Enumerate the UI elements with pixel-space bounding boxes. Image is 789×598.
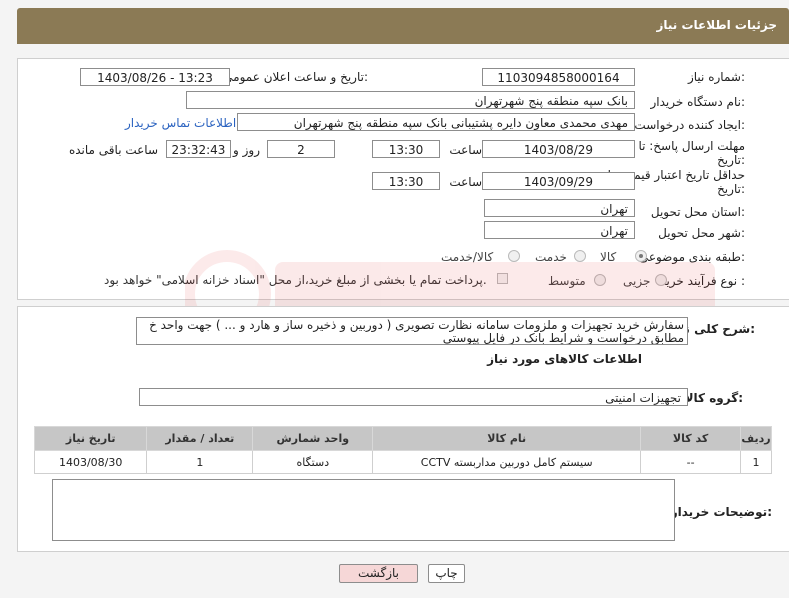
process-radio-minor[interactable] [655,274,667,286]
buyer-contact-link[interactable]: اطلاعات تماس خریدار [125,116,236,130]
goods-table-header: ردیف کد کالا نام کالا واحد شمارش تعداد /… [33,426,772,451]
col-need-date: تاریخ نیاز [33,426,148,451]
price-time-field: 13:30 [372,172,440,190]
col-row: ردیف [740,426,772,451]
treasury-payment-checkbox[interactable] [497,273,508,284]
reply-date-field: 1403/08/29 [482,140,635,158]
city-field: تهران [484,221,635,239]
cell-name: سیستم کامل دوربین مداربسته CCTV [372,450,642,474]
cell-quantity: 1 [146,450,254,474]
back-button[interactable]: بازگشت [339,564,418,583]
process-option-minor: جزیی [623,274,651,288]
col-quantity: تعداد / مقدار [146,426,254,451]
buyer-org-label: نام دستگاه خریدار: [650,95,746,109]
need-number-label: شماره نیاز: [687,70,745,84]
category-option-service: خدمت [535,250,567,264]
col-name: نام کالا [372,426,642,451]
description-line-2: مطابق درخواست و شرایط بانک در فایل پیوست… [442,331,684,345]
need-number-field: 1103094858000164 [482,68,635,86]
treasury-payment-note: پرداخت تمام یا بخشی از مبلغ خرید،از محل … [104,273,487,287]
buyer-notes-label: توضیحات خریدار: [670,505,772,519]
goods-table: ردیف کد کالا نام کالا واحد شمارش تعداد /… [33,426,772,474]
days-label: روز و [233,143,260,157]
process-option-medium: متوسط [548,274,586,288]
goods-group-label: گروه کالا: [684,391,743,405]
category-radio-goods-service[interactable] [508,250,520,262]
remaining-label: ساعت باقی مانده [68,143,158,157]
table-row: 1 -- سیستم کامل دوربین مداربسته CCTV دست… [33,450,772,474]
col-code: کد کالا [640,426,742,451]
category-option-goods-service: کالا/خدمت [441,250,494,264]
reply-deadline-label-2: تاریخ: [717,153,745,167]
city-label: شهر محل تحویل: [658,226,745,240]
announce-field: 1403/08/26 - 13:23 [80,68,230,86]
col-unit: واحد شمارش [252,426,374,451]
goods-info-title: اطلاعات کالاهای مورد نیاز [487,352,642,366]
goods-group-field: تجهیزات امنیتی [139,388,688,406]
cell-unit: دستگاه [252,450,374,474]
province-field: تهران [484,199,635,217]
reply-time-label: ساعت [449,143,482,157]
province-label: استان محل تحویل: [650,205,745,219]
print-button[interactable]: چاپ [428,564,465,583]
cell-code: -- [640,450,742,474]
days-field: 2 [267,140,335,158]
announce-label: تاریخ و ساعت اعلان عمومی: [223,70,368,84]
price-time-label: ساعت [449,175,482,189]
price-date-field: 1403/09/29 [482,172,635,190]
category-label: طبقه بندی موضوعی: [638,250,745,264]
process-radio-medium[interactable] [594,274,606,286]
page-title: جزئیات اطلاعات نیاز [656,18,777,32]
reply-time-field: 13:30 [372,140,440,158]
creator-field: مهدی محمدی معاون دایره پشتیبانی بانک سپه… [237,113,635,131]
description-textarea[interactable]: سفارش خرید تجهیزات و ملزومات سامانه نظار… [136,317,688,345]
category-radio-goods[interactable] [635,250,647,262]
price-deadline-label-2: تاریخ: [717,182,745,196]
cell-row: 1 [740,450,772,474]
category-option-goods: کالا [600,250,617,264]
creator-label: ایجاد کننده درخواست: [634,118,745,132]
remaining-time-field: 23:32:43 [166,140,231,158]
process-type-label: نوع فرآیند خرید : [660,274,745,288]
reply-deadline-label: مهلت ارسال پاسخ: تا [638,139,745,153]
buyer-org-field: بانک سپه منطقه پنج شهرتهران [186,91,635,109]
page-header: جزئیات اطلاعات نیاز [17,8,789,44]
buyer-notes-textarea[interactable] [52,479,675,541]
category-radio-service[interactable] [574,250,586,262]
cell-need-date: 1403/08/30 [33,450,148,474]
